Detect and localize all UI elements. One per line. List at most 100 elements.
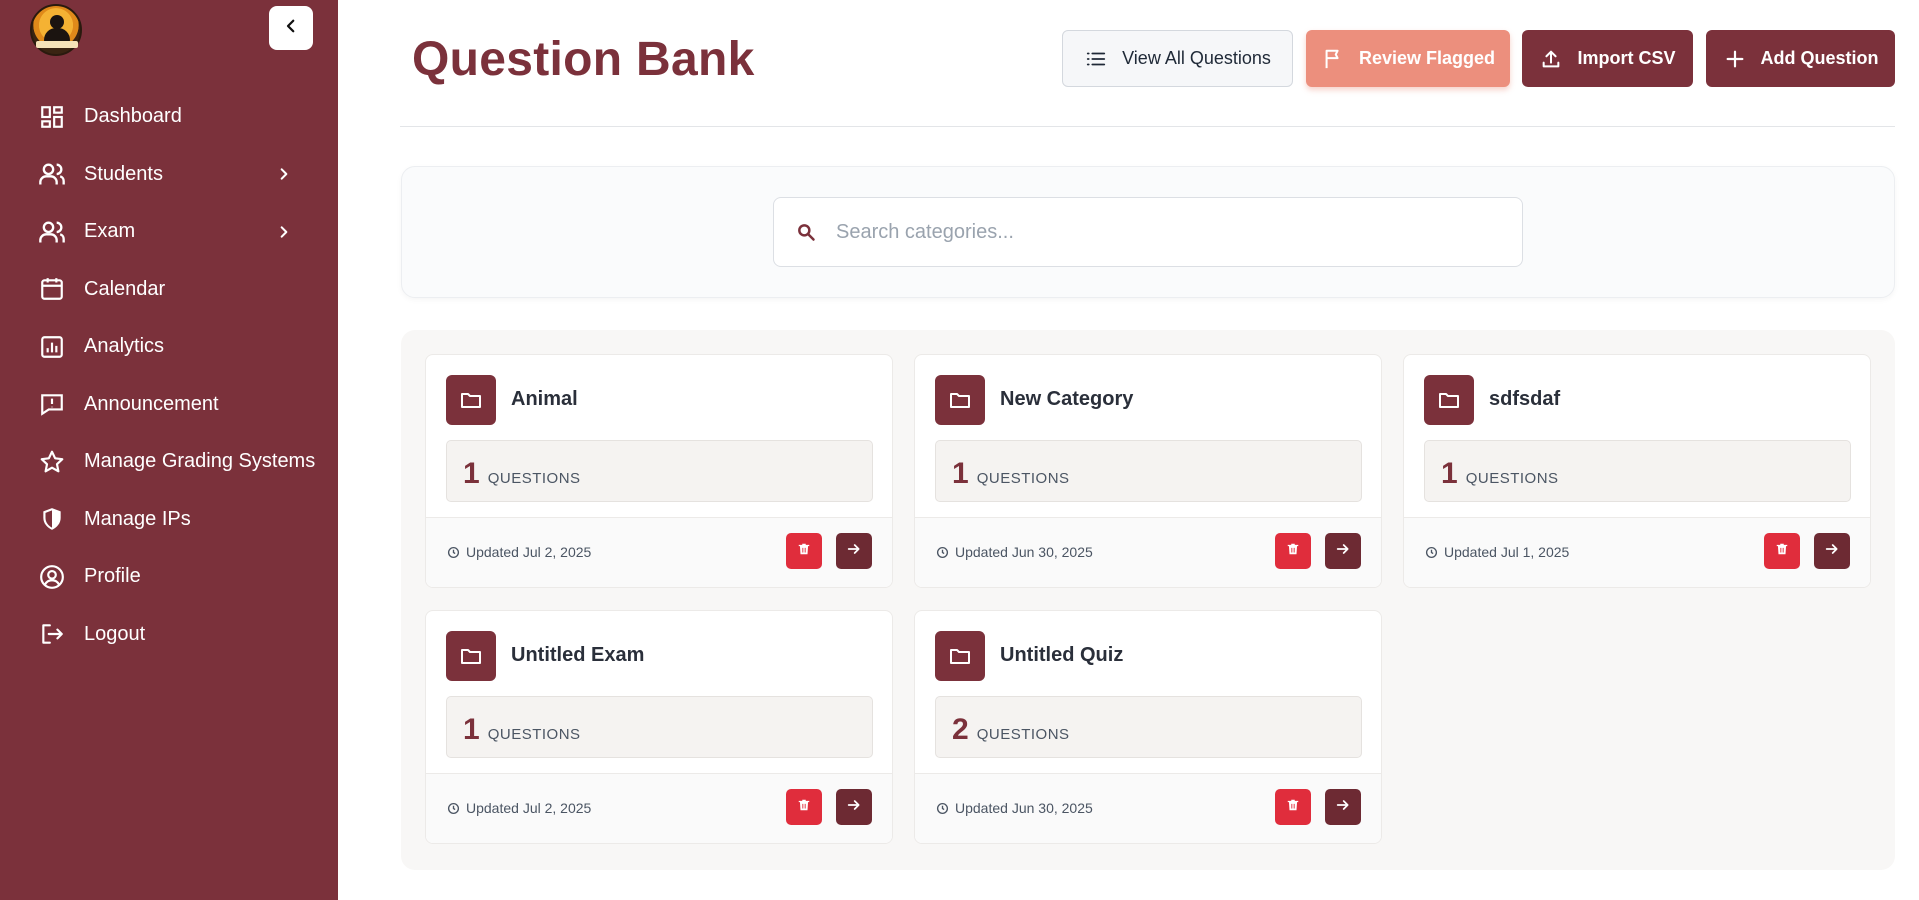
chevron-right-icon [276, 224, 292, 240]
star-icon [38, 448, 66, 476]
sidebar-item-label: Calendar [84, 277, 166, 300]
updated-date: Updated Jun 30, 2025 [955, 800, 1093, 816]
sidebar-item-label: Logout [84, 622, 146, 645]
updated-date: Updated Jun 30, 2025 [955, 544, 1093, 560]
header-divider [400, 126, 1895, 127]
announcement-icon [38, 390, 66, 418]
upload-icon [1539, 47, 1563, 71]
sidebar-item-dashboard[interactable]: Dashboard [0, 88, 338, 146]
chevron-right-icon [276, 166, 292, 182]
sidebar-item-manage-ips[interactable]: Manage IPs [0, 491, 338, 549]
category-name: New Category [1000, 388, 1134, 410]
question-count-label: QUESTIONS [1465, 470, 1559, 487]
trash-icon [1775, 541, 1789, 562]
category-card[interactable]: New Category 1 QUESTIONS Updated Jun 30,… [914, 354, 1382, 588]
open-category-button[interactable] [1325, 789, 1361, 825]
folder-icon [446, 631, 496, 681]
category-name: sdfsdaf [1489, 388, 1561, 410]
sidebar-item-logout[interactable]: Logout [0, 606, 338, 664]
sidebar-item-exam[interactable]: Exam [0, 203, 338, 261]
clock-icon [1424, 545, 1438, 559]
sidebar-item-students[interactable]: Students [0, 146, 338, 204]
category-name: Animal [511, 388, 578, 410]
collapse-sidebar-button[interactable] [269, 6, 313, 50]
question-count: 2 [952, 713, 969, 746]
search-box[interactable] [773, 197, 1523, 267]
category-card[interactable]: Animal 1 QUESTIONS Updated Jul 2, 2025 [425, 354, 893, 588]
clock-icon [446, 801, 460, 815]
shield-icon [38, 505, 66, 533]
open-category-button[interactable] [1325, 533, 1361, 569]
users-icon [38, 160, 66, 188]
logout-icon [38, 620, 66, 648]
view-all-questions-button[interactable]: View All Questions [1062, 30, 1293, 87]
view-all-questions-label: View All Questions [1122, 48, 1271, 68]
sidebar-nav: Dashboard Students Exam Calendar Analyti… [0, 88, 338, 663]
sidebar-item-profile[interactable]: Profile [0, 548, 338, 606]
open-category-button[interactable] [836, 533, 872, 569]
trash-icon [1286, 541, 1300, 562]
plus-icon [1723, 47, 1747, 71]
delete-category-button[interactable] [786, 789, 822, 825]
sidebar-item-manage-grading-systems[interactable]: Manage Grading Systems [0, 433, 338, 491]
question-count: 1 [952, 457, 969, 490]
analytics-icon [38, 333, 66, 361]
sidebar-item-label: Manage IPs [84, 507, 191, 530]
category-name: Untitled Exam [511, 644, 645, 666]
question-count: 1 [463, 713, 480, 746]
question-count-box: 1 QUESTIONS [935, 440, 1362, 502]
updated-date: Updated Jul 1, 2025 [1444, 544, 1570, 560]
category-card[interactable]: Untitled Quiz 2 QUESTIONS Updated Jun 30… [914, 610, 1382, 844]
clock-icon [446, 545, 460, 559]
chevron-left-icon [282, 17, 300, 40]
review-flagged-button[interactable]: Review Flagged [1306, 30, 1510, 87]
question-count-box: 1 QUESTIONS [446, 440, 873, 502]
sidebar-item-label: Students [84, 162, 163, 185]
search-icon [794, 220, 818, 244]
open-category-button[interactable] [836, 789, 872, 825]
delete-category-button[interactable] [1764, 533, 1800, 569]
arrow-right-icon [846, 797, 862, 818]
page-title: Question Bank [412, 33, 755, 86]
add-question-button[interactable]: Add Question [1706, 30, 1895, 87]
delete-category-button[interactable] [1275, 789, 1311, 825]
question-count-label: QUESTIONS [976, 470, 1070, 487]
sidebar-item-announcement[interactable]: Announcement [0, 376, 338, 434]
question-count-box: 2 QUESTIONS [935, 696, 1362, 758]
arrow-right-icon [1335, 797, 1351, 818]
sidebar-item-label: Manage Grading Systems [84, 450, 316, 473]
open-category-button[interactable] [1814, 533, 1850, 569]
question-count-box: 1 QUESTIONS [1424, 440, 1851, 502]
folder-icon [446, 375, 496, 425]
import-csv-label: Import CSV [1577, 48, 1676, 68]
sidebar: Dashboard Students Exam Calendar Analyti… [0, 0, 338, 900]
category-card[interactable]: Untitled Exam 1 QUESTIONS Updated Jul 2,… [425, 610, 893, 844]
dashboard-icon [38, 103, 66, 131]
list-icon [1084, 47, 1108, 71]
arrow-right-icon [1824, 541, 1840, 562]
sidebar-item-label: Analytics [84, 335, 165, 358]
sidebar-item-calendar[interactable]: Calendar [0, 261, 338, 319]
add-question-label: Add Question [1760, 48, 1879, 68]
folder-icon [935, 631, 985, 681]
category-card[interactable]: sdfsdaf 1 QUESTIONS Updated Jul 1, 2025 [1403, 354, 1871, 588]
sidebar-item-label: Profile [84, 565, 141, 588]
delete-category-button[interactable] [1275, 533, 1311, 569]
profile-icon [38, 563, 66, 591]
flag-icon [1321, 47, 1345, 71]
category-name: Untitled Quiz [1000, 644, 1124, 666]
clock-icon [935, 801, 949, 815]
delete-category-button[interactable] [786, 533, 822, 569]
question-count-label: QUESTIONS [487, 726, 581, 743]
updated-date: Updated Jul 2, 2025 [466, 800, 592, 816]
sidebar-item-label: Dashboard [84, 105, 182, 128]
search-input[interactable] [836, 220, 1476, 244]
arrow-right-icon [846, 541, 862, 562]
streams-logo[interactable] [30, 4, 82, 56]
import-csv-button[interactable]: Import CSV [1522, 30, 1693, 87]
clock-icon [935, 545, 949, 559]
question-count: 1 [463, 457, 480, 490]
sidebar-item-analytics[interactable]: Analytics [0, 318, 338, 376]
sidebar-item-label: Exam [84, 220, 136, 243]
question-count-label: QUESTIONS [976, 726, 1070, 743]
